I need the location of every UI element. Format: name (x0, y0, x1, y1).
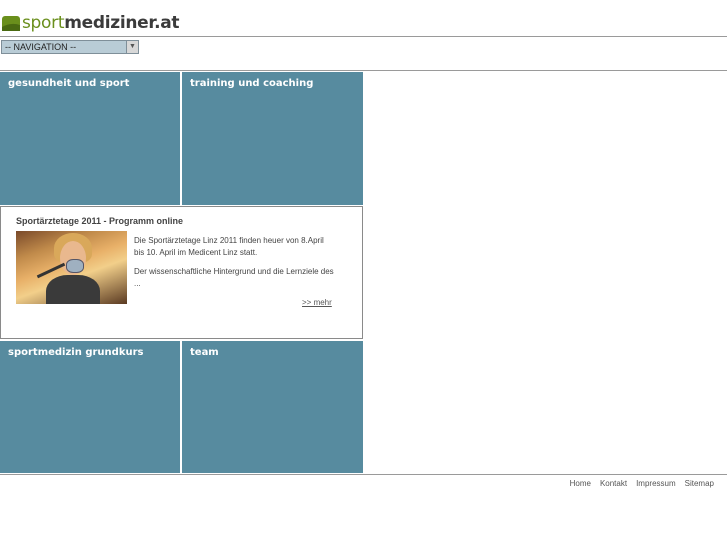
tile-gesundheit-und-sport[interactable]: gesundheit und sport (0, 72, 180, 205)
footer-links: Home Kontakt Impressum Sitemap (570, 479, 714, 488)
tile-title: team (190, 347, 219, 358)
navigation-select-value: -- NAVIGATION -- (5, 42, 77, 52)
news-body: Die Sportärztetage Linz 2011 finden heue… (134, 235, 334, 297)
news-paragraph: Die Sportärztetage Linz 2011 finden heue… (134, 236, 324, 257)
logo-mark-icon (2, 14, 20, 32)
news-teaser: Sportärztetage 2011 - Programm online Di… (0, 206, 363, 339)
footer-divider (0, 474, 727, 475)
tile-training-und-coaching[interactable]: training und coaching (182, 72, 363, 205)
tile-title: gesundheit und sport (8, 78, 130, 89)
navigation-select[interactable]: -- NAVIGATION -- ▼ (1, 40, 139, 54)
footer-link-home[interactable]: Home (570, 479, 591, 488)
tile-title: sportmedizin grundkurs (8, 347, 144, 358)
navigation-bar: -- NAVIGATION -- ▼ (0, 37, 727, 71)
tile-team[interactable]: team (182, 341, 363, 473)
logo[interactable]: sportmediziner.at (2, 12, 180, 34)
news-paragraph: Der wissenschaftliche Hintergrund und di… (134, 267, 334, 288)
news-title[interactable]: Sportärztetage 2011 - Programm online (16, 216, 183, 226)
news-image[interactable] (16, 231, 127, 304)
more-link[interactable]: >> mehr (302, 298, 332, 307)
logo-text: sportmediziner.at (22, 13, 180, 33)
footer-link-kontakt[interactable]: Kontakt (600, 479, 627, 488)
tile-sportmedizin-grundkurs[interactable]: sportmedizin grundkurs (0, 341, 180, 473)
header: sportmediziner.at (0, 0, 727, 37)
chevron-down-icon[interactable]: ▼ (126, 41, 138, 53)
footer-link-impressum[interactable]: Impressum (636, 479, 676, 488)
tile-title: training und coaching (190, 78, 314, 89)
footer-link-sitemap[interactable]: Sitemap (685, 479, 714, 488)
